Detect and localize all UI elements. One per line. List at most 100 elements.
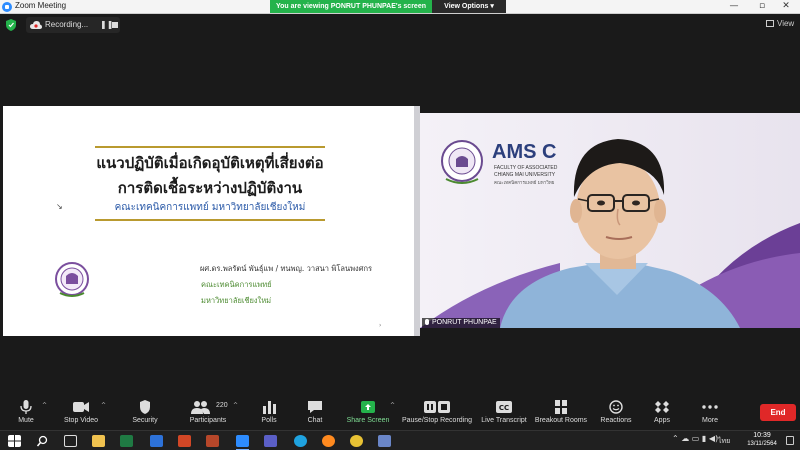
end-meeting-button[interactable]: End xyxy=(760,404,796,421)
pause-stop-icon xyxy=(424,401,450,413)
file-explorer-icon[interactable] xyxy=(92,435,105,447)
notification-icon[interactable] xyxy=(786,436,794,445)
stop-video-label: Stop Video xyxy=(63,417,99,424)
grid-view-icon xyxy=(766,20,774,27)
notes-app-icon[interactable] xyxy=(378,435,391,447)
ams-university-text: CHIANG MAI UNIVERSITY xyxy=(494,172,556,178)
polls-icon xyxy=(263,401,276,414)
university-seal-icon xyxy=(55,262,89,297)
mute-button[interactable]: Mute xyxy=(8,396,44,430)
clock-date[interactable]: 13/11/2564 xyxy=(741,441,783,447)
windows-taskbar: ⌃ ☁ ▭ ▮ ◀) ไทย 10:39 13/11/2564 xyxy=(0,430,800,450)
participant-name-tag: PONRUT PHUNPAE xyxy=(422,318,500,328)
share-screen-button[interactable]: Share Screen xyxy=(342,396,394,430)
participants-count-badge: 220 xyxy=(216,402,228,409)
view-options-button[interactable]: View Options ▾ xyxy=(432,0,506,13)
share-screen-label: Share Screen xyxy=(346,417,390,424)
ams-logo-text: AMS C xyxy=(492,141,557,163)
teams-icon[interactable] xyxy=(264,435,277,447)
pause-stop-recording-label: Pause/Stop Recording xyxy=(401,417,473,424)
mic-icon xyxy=(425,319,429,325)
apps-icon xyxy=(655,401,669,413)
participants-icon xyxy=(191,401,210,414)
cloud-record-icon xyxy=(30,21,42,29)
ams-thai-text: คณะเทคนิคการแพทย์ มหาวิทย xyxy=(494,181,555,186)
slide-title-line1: แนวปฏิบัติเมื่อเกิดอุบัติเหตุที่เสี่ยงต่… xyxy=(96,154,324,172)
breakout-rooms-label: Breakout Rooms xyxy=(534,417,588,424)
window-titlebar: Zoom Meeting You are viewing PONRUT PHUN… xyxy=(0,0,800,14)
slide-divider-top xyxy=(95,146,325,148)
apps-button[interactable]: Apps xyxy=(648,396,676,430)
reactions-smiley-icon xyxy=(609,400,623,414)
video-options-caret[interactable]: ^ xyxy=(101,402,106,409)
mouse-cursor-icon: ↘ xyxy=(56,202,63,211)
shield-icon[interactable] xyxy=(6,19,16,31)
breakout-rooms-icon xyxy=(555,400,567,414)
slide-page-marker: › xyxy=(379,322,382,329)
powerpoint-icon[interactable] xyxy=(178,435,191,447)
zoom-logo-icon xyxy=(2,2,12,12)
slide-university: มหาวิทยาลัยเชียงใหม่ xyxy=(201,296,272,305)
zoom-taskbar-icon[interactable] xyxy=(236,435,249,450)
share-options-caret[interactable]: ^ xyxy=(390,402,395,409)
slide-title-line2: การติดเชื้อระหว่างปฏิบัติงาน xyxy=(117,179,303,197)
meeting-toolbar: Mute ^ Stop Video ^ Security Participant… xyxy=(0,396,800,430)
slide-author: ผศ.ดร.พลรัตน์ พันธุ์แพ / ทนพญ. วาสนา พิโ… xyxy=(200,264,373,273)
window-title: Zoom Meeting xyxy=(15,1,67,10)
screen-share-banner: You are viewing PONRUT PHUNPAE's screen xyxy=(270,0,432,13)
minimize-icon[interactable]: — xyxy=(720,0,748,14)
view-button[interactable]: View xyxy=(766,19,794,28)
recording-label: Recording... xyxy=(45,20,89,29)
live-transcript-button[interactable]: CC Live Transcript xyxy=(480,396,528,430)
polls-label: Polls xyxy=(261,417,277,424)
chrome-icon[interactable] xyxy=(350,435,363,447)
stop-video-button[interactable]: Stop Video xyxy=(60,396,102,430)
task-view-icon[interactable] xyxy=(64,435,77,447)
security-button[interactable]: Security xyxy=(126,396,164,430)
view-options-label: View Options xyxy=(444,3,489,10)
more-dots-icon xyxy=(702,405,718,409)
slide-department: คณะเทคนิคการแพทย์ xyxy=(201,280,272,289)
security-shield-icon xyxy=(140,400,150,414)
slide-divider-bottom xyxy=(95,219,325,221)
breakout-rooms-button[interactable]: Breakout Rooms xyxy=(534,396,588,430)
more-button[interactable]: More xyxy=(696,396,724,430)
participants-options-caret[interactable]: ^ xyxy=(233,402,238,409)
mute-label: Mute xyxy=(18,417,34,424)
share-screen-icon xyxy=(361,401,375,413)
chat-button[interactable]: Chat xyxy=(300,396,330,430)
close-icon[interactable]: ✕ xyxy=(772,0,800,14)
closed-caption-icon: CC xyxy=(496,401,512,413)
video-camera-icon xyxy=(73,402,89,412)
search-icon[interactable] xyxy=(36,435,49,447)
polls-button[interactable]: Polls xyxy=(254,396,284,430)
clock-time[interactable]: 10:39 xyxy=(745,432,779,439)
chat-label: Chat xyxy=(307,417,323,424)
system-tray-icons[interactable]: ⌃ ☁ ▭ ▮ ◀) xyxy=(672,434,718,443)
recording-indicator: Recording... ❚❚ xyxy=(26,17,120,33)
mute-options-caret[interactable]: ^ xyxy=(42,402,47,409)
pdf-reader-icon[interactable] xyxy=(206,435,219,447)
participant-video-tile[interactable]: AMS C FACULTY OF ASSOCIATED CHIANG MAI U… xyxy=(420,113,800,328)
word-icon[interactable] xyxy=(150,435,163,447)
shared-screen-slide: แนวปฏิบัติเมื่อเกิดอุบัติเหตุที่เสี่ยงต่… xyxy=(3,106,414,336)
participant-name: PONRUT PHUNPAE xyxy=(432,319,497,326)
stop-recording-icon[interactable] xyxy=(112,22,118,28)
microphone-icon xyxy=(20,400,32,414)
pause-stop-recording-button[interactable]: Pause/Stop Recording xyxy=(400,396,474,430)
windows-start-icon[interactable] xyxy=(8,435,21,447)
excel-icon[interactable] xyxy=(120,435,133,447)
edge-icon[interactable] xyxy=(294,435,307,447)
slide-subtitle: คณะเทคนิคการแพทย์ มหาวิทยาลัยเชียงใหม่ xyxy=(114,202,306,213)
input-language[interactable]: ไทย xyxy=(718,436,730,447)
svg-text:CC: CC xyxy=(499,404,509,412)
reactions-button[interactable]: Reactions xyxy=(598,396,634,430)
live-transcript-label: Live Transcript xyxy=(481,417,527,424)
chat-icon xyxy=(308,401,322,413)
reactions-label: Reactions xyxy=(600,417,632,424)
more-label: More xyxy=(702,417,718,424)
firefox-icon[interactable] xyxy=(322,435,335,447)
participants-label: Participants xyxy=(189,417,227,424)
security-label: Security xyxy=(132,417,158,424)
view-label: View xyxy=(777,19,795,28)
